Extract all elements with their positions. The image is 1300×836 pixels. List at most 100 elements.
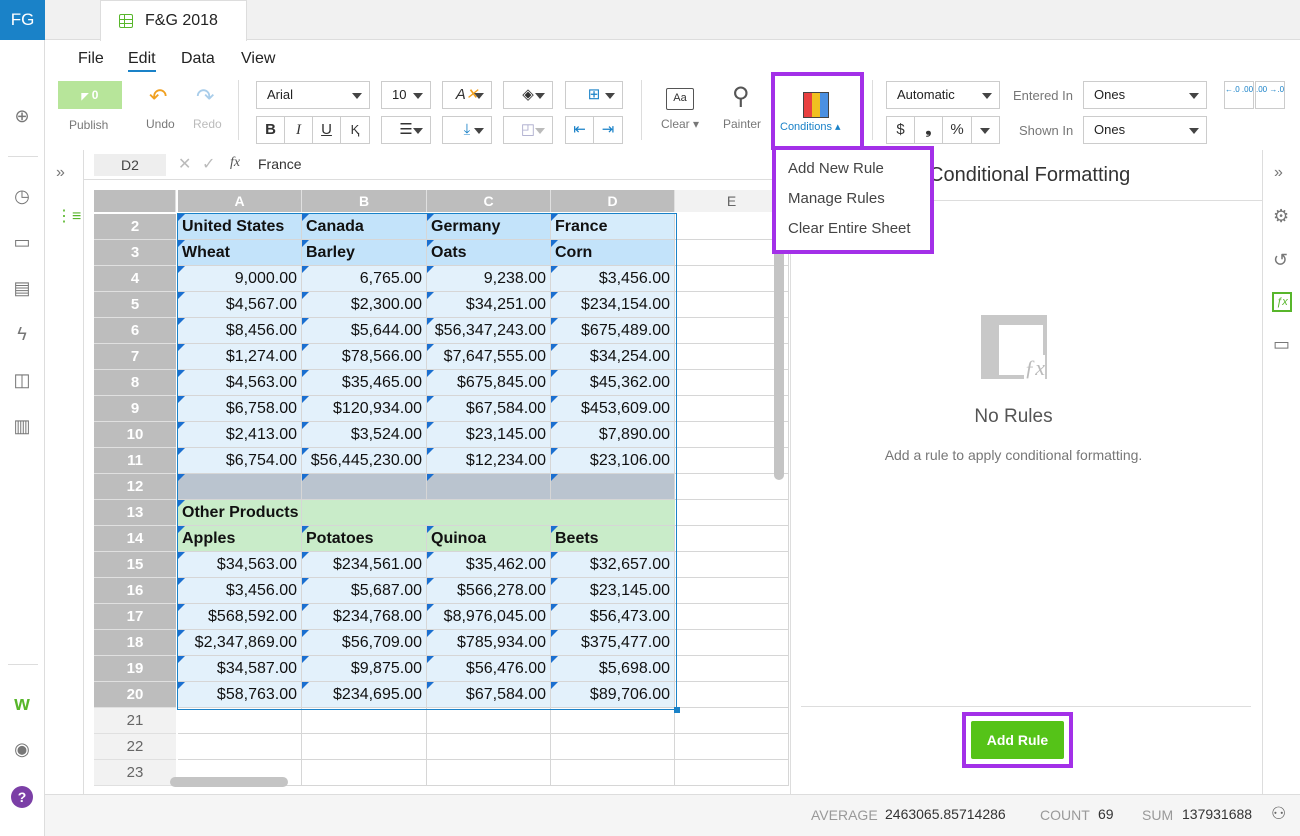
- row-header[interactable]: 4: [94, 266, 176, 292]
- bold-button[interactable]: B: [256, 116, 285, 144]
- conditional-format-icon[interactable]: ƒx: [1272, 292, 1292, 312]
- table-cell[interactable]: [675, 630, 789, 656]
- table-cell[interactable]: $785,934.00: [427, 630, 551, 656]
- table-cell[interactable]: [302, 708, 427, 734]
- merge-button[interactable]: ◰: [503, 116, 553, 144]
- table-cell[interactable]: $234,695.00: [302, 682, 427, 708]
- table-cell[interactable]: $23,145.00: [551, 578, 675, 604]
- row-header[interactable]: 13: [94, 500, 176, 526]
- table-cell[interactable]: [178, 708, 302, 734]
- table-cell[interactable]: $120,934.00: [302, 396, 427, 422]
- column-header[interactable]: A: [178, 190, 302, 212]
- help-icon[interactable]: ?: [11, 786, 33, 808]
- folder-icon[interactable]: ▭: [9, 229, 35, 255]
- table-cell[interactable]: 9,000.00: [178, 266, 302, 292]
- table-cell[interactable]: [675, 760, 789, 786]
- table-cell[interactable]: $7,890.00: [551, 422, 675, 448]
- table-cell[interactable]: Beets: [551, 526, 675, 552]
- table-cell[interactable]: $78,566.00: [302, 344, 427, 370]
- table-cell[interactable]: $675,845.00: [427, 370, 551, 396]
- row-header[interactable]: 6: [94, 318, 176, 344]
- table-cell[interactable]: $234,154.00: [551, 292, 675, 318]
- archive-icon[interactable]: ▤: [9, 275, 35, 301]
- table-cell[interactable]: $6,758.00: [178, 396, 302, 422]
- expand-icon[interactable]: »: [56, 164, 65, 182]
- menu-view[interactable]: View: [241, 50, 275, 68]
- user-icon[interactable]: ◉: [9, 736, 35, 762]
- table-cell[interactable]: Oats: [427, 240, 551, 266]
- spreadsheet-grid[interactable]: A B C D E 2 United States Canada Germany France 3 W…: [84, 190, 789, 794]
- table-cell[interactable]: $5,698.00: [551, 656, 675, 682]
- increase-decimal-button[interactable]: ←.0 .00: [1224, 81, 1254, 109]
- table-cell[interactable]: $9,875.00: [302, 656, 427, 682]
- collapse-icon[interactable]: »: [1274, 164, 1283, 182]
- borders-button[interactable]: ⊞: [565, 81, 623, 109]
- vertical-scrollbar[interactable]: [774, 215, 784, 480]
- row-header[interactable]: 17: [94, 604, 176, 630]
- row-header[interactable]: 5: [94, 292, 176, 318]
- table-cell[interactable]: [675, 474, 789, 500]
- font-size-select[interactable]: 10: [381, 81, 431, 109]
- table-cell[interactable]: $568,592.00: [178, 604, 302, 630]
- table-cell[interactable]: [178, 474, 302, 500]
- add-rule-button[interactable]: Add Rule: [971, 721, 1064, 759]
- row-header[interactable]: 8: [94, 370, 176, 396]
- table-cell[interactable]: $234,768.00: [302, 604, 427, 630]
- formula-input[interactable]: France: [258, 156, 302, 172]
- entered-in-select[interactable]: Ones: [1083, 81, 1207, 109]
- row-header[interactable]: 16: [94, 578, 176, 604]
- table-cell[interactable]: [302, 500, 427, 526]
- row-header[interactable]: 12: [94, 474, 176, 500]
- table-cell[interactable]: $58,763.00: [178, 682, 302, 708]
- workiva-icon[interactable]: w: [9, 691, 35, 717]
- table-cell[interactable]: $89,706.00: [551, 682, 675, 708]
- column-header[interactable]: C: [427, 190, 551, 212]
- table-cell[interactable]: [675, 318, 789, 344]
- table-cell[interactable]: $23,106.00: [551, 448, 675, 474]
- publish-button[interactable]: ◤ 0: [58, 81, 122, 109]
- table-cell[interactable]: $56,347,243.00: [427, 318, 551, 344]
- table-cell[interactable]: [427, 760, 551, 786]
- table-cell[interactable]: $2,413.00: [178, 422, 302, 448]
- menu-edit[interactable]: Edit: [128, 50, 156, 72]
- table-cell[interactable]: $4,567.00: [178, 292, 302, 318]
- table-cell[interactable]: [675, 656, 789, 682]
- table-cell[interactable]: Apples: [178, 526, 302, 552]
- row-header[interactable]: 11: [94, 448, 176, 474]
- table-cell[interactable]: $453,609.00: [551, 396, 675, 422]
- table-cell[interactable]: $234,561.00: [302, 552, 427, 578]
- column-header[interactable]: B: [302, 190, 427, 212]
- table-cell[interactable]: $34,563.00: [178, 552, 302, 578]
- table-cell[interactable]: $3,456.00: [178, 578, 302, 604]
- vertical-align-button[interactable]: ⤓: [442, 116, 492, 144]
- table-cell[interactable]: $56,709.00: [302, 630, 427, 656]
- add-new-rule-item[interactable]: Add New Rule: [788, 160, 884, 177]
- table-cell[interactable]: Germany: [427, 214, 551, 240]
- indent-button[interactable]: ⇥: [593, 116, 623, 144]
- painter-icon[interactable]: ⚲: [732, 82, 750, 111]
- row-header[interactable]: 21: [94, 708, 176, 734]
- table-cell[interactable]: [551, 708, 675, 734]
- number-format-select[interactable]: Automatic: [886, 81, 1000, 109]
- outdent-button[interactable]: ⇤: [565, 116, 594, 144]
- clear-icon[interactable]: Aa: [666, 88, 694, 110]
- history-icon[interactable]: ↺: [1273, 250, 1288, 271]
- user-icon[interactable]: ⚇: [1271, 804, 1286, 824]
- clear-entire-sheet-item[interactable]: Clear Entire Sheet: [788, 220, 911, 237]
- table-cell[interactable]: [675, 604, 789, 630]
- font-select[interactable]: Arial: [256, 81, 370, 109]
- app-logo[interactable]: FG: [0, 0, 45, 40]
- table-cell[interactable]: 6,765.00: [302, 266, 427, 292]
- comment-icon[interactable]: ▭: [1273, 334, 1290, 355]
- table-cell[interactable]: $4,563.00: [178, 370, 302, 396]
- row-header[interactable]: 7: [94, 344, 176, 370]
- italic-button[interactable]: I: [284, 116, 313, 144]
- table-cell[interactable]: $35,462.00: [427, 552, 551, 578]
- table-cell[interactable]: [551, 760, 675, 786]
- table-cell[interactable]: [178, 734, 302, 760]
- table-cell[interactable]: [302, 760, 427, 786]
- table-cell[interactable]: $56,445,230.00: [302, 448, 427, 474]
- table-cell[interactable]: [551, 474, 675, 500]
- table-cell[interactable]: Quinoa: [427, 526, 551, 552]
- document-icon[interactable]: ▥: [9, 413, 35, 439]
